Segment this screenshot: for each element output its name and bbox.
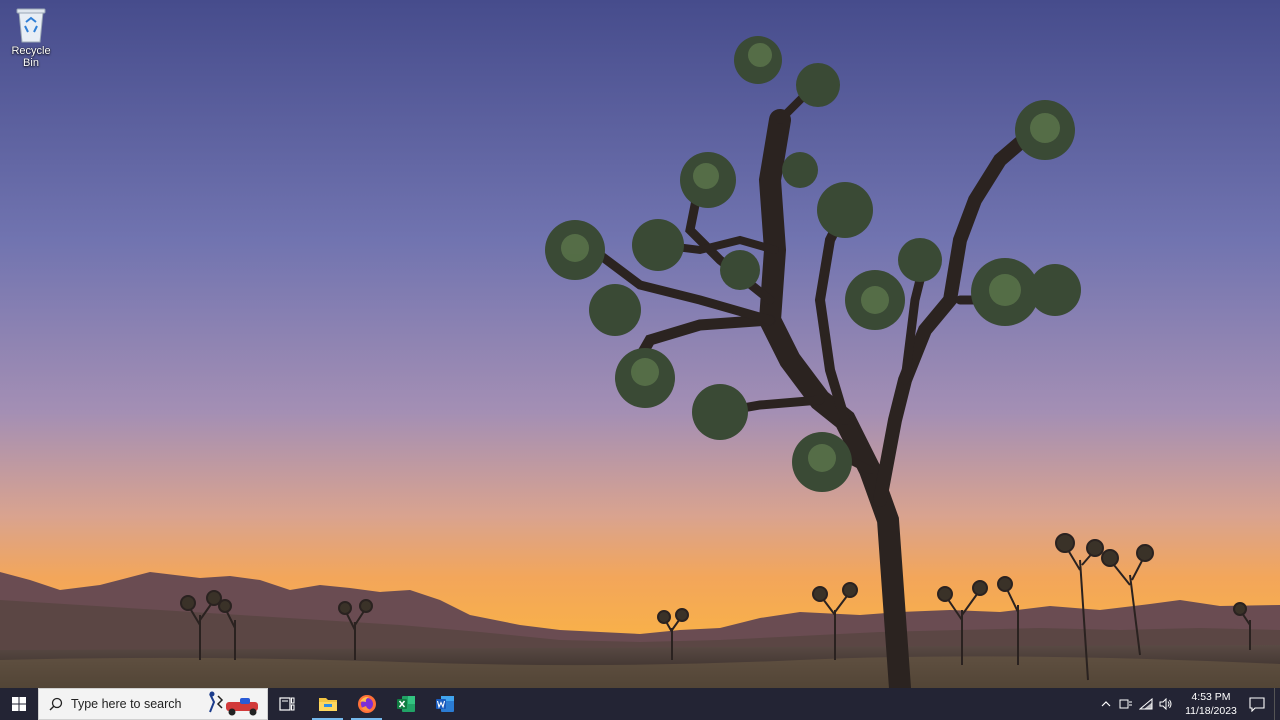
recycle-bin-label: Recycle Bin xyxy=(11,45,51,69)
windows-logo-icon xyxy=(12,697,26,711)
volume-button[interactable] xyxy=(1156,688,1176,720)
clock-date: 11/18/2023 xyxy=(1185,705,1237,717)
taskbar: Type here to search 4:53 PM 11/18/2023 xyxy=(0,688,1280,720)
excel-icon xyxy=(396,696,415,712)
chevron-up-icon xyxy=(1101,701,1111,707)
file-explorer-icon xyxy=(318,698,337,711)
search-box[interactable]: Type here to search xyxy=(38,688,268,720)
firefox-icon xyxy=(357,695,376,713)
clock-time: 4:53 PM xyxy=(1191,691,1231,703)
wallpaper-joshua-tree xyxy=(0,0,1280,688)
recycle-bin-desktop-icon[interactable]: Recycle Bin xyxy=(4,4,58,69)
input-method-icon xyxy=(1119,699,1132,709)
search-placeholder: Type here to search xyxy=(71,697,182,711)
desktop[interactable]: Recycle Bin xyxy=(0,0,1280,688)
input-method-button[interactable] xyxy=(1116,688,1136,720)
network-icon xyxy=(1139,698,1153,710)
volume-icon xyxy=(1159,698,1172,710)
clock[interactable]: 4:53 PM 11/18/2023 xyxy=(1182,690,1240,718)
taskbar-app-word[interactable] xyxy=(425,688,464,720)
word-icon xyxy=(435,696,454,712)
taskbar-app-excel[interactable] xyxy=(386,688,425,720)
network-button[interactable] xyxy=(1136,688,1156,720)
show-desktop-button[interactable] xyxy=(1274,688,1280,720)
system-tray: 4:53 PM 11/18/2023 xyxy=(1096,688,1280,720)
action-center-icon xyxy=(1249,696,1265,712)
search-highlight-image xyxy=(209,691,258,716)
taskbar-app-file-explorer[interactable] xyxy=(308,688,347,720)
show-hidden-icons-button[interactable] xyxy=(1096,688,1116,720)
task-view-button[interactable] xyxy=(268,688,306,720)
search-icon xyxy=(49,697,63,711)
action-center-button[interactable] xyxy=(1240,688,1274,720)
start-button[interactable] xyxy=(0,688,38,720)
taskbar-app-firefox[interactable] xyxy=(347,688,386,720)
recycle-bin-icon xyxy=(14,4,48,44)
task-view-icon xyxy=(279,697,295,711)
